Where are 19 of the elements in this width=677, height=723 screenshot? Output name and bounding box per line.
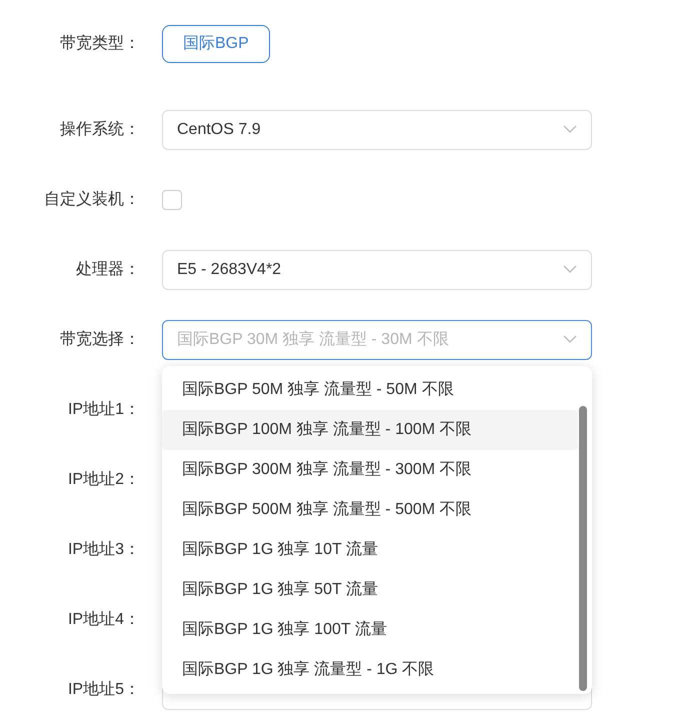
checkbox[interactable] xyxy=(162,190,182,210)
dropdown-option[interactable]: 国际BGP 100M 独享 流量型 - 100M 不限 xyxy=(162,410,578,450)
chevron-down-icon xyxy=(563,265,577,274)
chevron-down-icon xyxy=(563,125,577,134)
field-label: 自定义装机： xyxy=(43,190,140,210)
scrollbar-thumb[interactable] xyxy=(579,406,587,691)
field-label: IP地址4： xyxy=(66,610,140,630)
field-label: IP地址3： xyxy=(66,540,140,560)
field-label: IP地址5： xyxy=(66,680,140,700)
field-label: 带宽类型： xyxy=(59,34,140,54)
field-label: 带宽选择： xyxy=(59,330,140,350)
select-field[interactable]: E5 - 2683V4*2 xyxy=(162,250,592,290)
field-label: IP地址2： xyxy=(66,470,140,490)
field-label: IP地址1： xyxy=(66,400,140,420)
chevron-down-icon xyxy=(563,335,577,344)
field-label: 操作系统： xyxy=(59,120,140,140)
option-button[interactable]: 国际BGP xyxy=(162,25,270,63)
select-field[interactable]: CentOS 7.9 xyxy=(162,110,592,150)
field-label: 处理器： xyxy=(75,260,140,280)
